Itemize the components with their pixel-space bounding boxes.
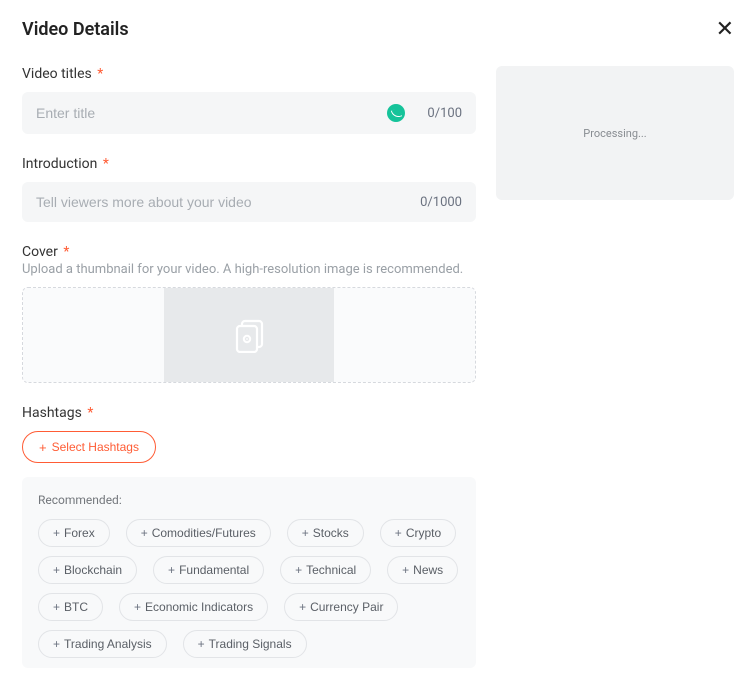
recommended-tag[interactable]: + Crypto (380, 519, 456, 547)
plus-icon: + (295, 563, 302, 577)
plus-icon: + (53, 637, 60, 651)
required-mark: * (63, 244, 69, 260)
processing-status: Processing... (583, 127, 646, 140)
introduction-counter: 0/1000 (420, 195, 462, 210)
recommended-tag[interactable]: + Economic Indicators (119, 593, 268, 621)
recommended-tag[interactable]: + BTC (38, 593, 103, 621)
tag-label: Trading Analysis (64, 637, 152, 651)
plus-icon: + (39, 441, 47, 454)
tag-label: Trading Signals (209, 637, 292, 651)
tag-label: News (413, 563, 443, 577)
required-mark: * (97, 66, 103, 82)
tag-label: Technical (306, 563, 356, 577)
tag-label: Crypto (406, 526, 441, 540)
introduction-field: Introduction * 0/1000 (22, 156, 476, 222)
video-title-label: Video titles * (22, 66, 476, 82)
recommended-hashtags-box: Recommended: + Forex + Comodities/Futures + S… (22, 477, 476, 668)
recommended-tag[interactable]: + Forex (38, 519, 110, 547)
plus-icon: + (302, 526, 309, 540)
recommended-tag[interactable]: + Blockchain (38, 556, 137, 584)
cover-upload-area[interactable] (22, 287, 476, 383)
plus-icon: + (134, 600, 141, 614)
recommended-tag[interactable]: + Fundamental (153, 556, 264, 584)
video-title-input[interactable] (36, 105, 387, 121)
plus-icon: + (395, 526, 402, 540)
introduction-input[interactable] (36, 194, 412, 210)
tag-label: Forex (64, 526, 95, 540)
cover-center[interactable] (164, 288, 334, 382)
cover-side-left (23, 288, 164, 382)
tag-label: BTC (64, 600, 88, 614)
select-hashtags-button[interactable]: + Select Hashtags (22, 431, 156, 463)
cover-helper-text: Upload a thumbnail for your video. A hig… (22, 262, 476, 277)
plus-icon: + (402, 563, 409, 577)
video-title-field: Video titles * 0/100 (22, 66, 476, 134)
recommended-tag[interactable]: + Trading Analysis (38, 630, 167, 658)
video-title-counter: 0/100 (427, 106, 462, 121)
introduction-label: Introduction * (22, 156, 476, 172)
page-title: Video Details (22, 19, 129, 40)
cover-field: Cover * Upload a thumbnail for your vide… (22, 244, 476, 383)
cover-label: Cover * (22, 244, 476, 260)
plus-icon: + (53, 526, 60, 540)
grammarly-icon[interactable] (387, 104, 405, 122)
recommended-tag[interactable]: + Stocks (287, 519, 364, 547)
label-text: Cover (22, 244, 58, 260)
plus-icon: + (299, 600, 306, 614)
tag-label: Currency Pair (310, 600, 383, 614)
video-title-input-wrap[interactable]: 0/100 (22, 92, 476, 134)
recommended-tag[interactable]: + Technical (280, 556, 371, 584)
introduction-input-wrap[interactable]: 0/1000 (22, 182, 476, 222)
required-mark: * (87, 405, 93, 421)
plus-icon: + (198, 637, 205, 651)
label-text: Hashtags (22, 405, 82, 421)
plus-icon: + (53, 600, 60, 614)
required-mark: * (103, 156, 109, 172)
recommended-tag[interactable]: + Currency Pair (284, 593, 398, 621)
image-icon (234, 319, 264, 351)
tag-label: Blockchain (64, 563, 122, 577)
tag-label: Fundamental (179, 563, 249, 577)
hashtags-field: Hashtags * + Select Hashtags Recommended… (22, 405, 476, 668)
recommended-tag[interactable]: + Comodities/Futures (126, 519, 271, 547)
plus-icon: + (168, 563, 175, 577)
tag-label: Comodities/Futures (152, 526, 256, 540)
cover-side-right (334, 288, 475, 382)
recommended-tag[interactable]: + Trading Signals (183, 630, 307, 658)
plus-icon: + (141, 526, 148, 540)
plus-icon: + (53, 563, 60, 577)
recommended-tag-list: +Forex+Comodities/Futures+Stocks+Crypto+… (38, 519, 460, 658)
close-icon: ✕ (716, 16, 734, 41)
video-preview-box: Processing... (496, 66, 734, 200)
label-text: Video titles (22, 66, 92, 82)
label-text: Introduction (22, 156, 97, 172)
tag-label: Stocks (313, 526, 349, 540)
recommended-tag[interactable]: + News (387, 556, 458, 584)
tag-label: Economic Indicators (145, 600, 253, 614)
select-hashtags-label: Select Hashtags (52, 440, 139, 454)
close-button[interactable]: ✕ (716, 18, 734, 40)
hashtags-label: Hashtags * (22, 405, 476, 421)
recommended-title: Recommended: (38, 493, 460, 507)
